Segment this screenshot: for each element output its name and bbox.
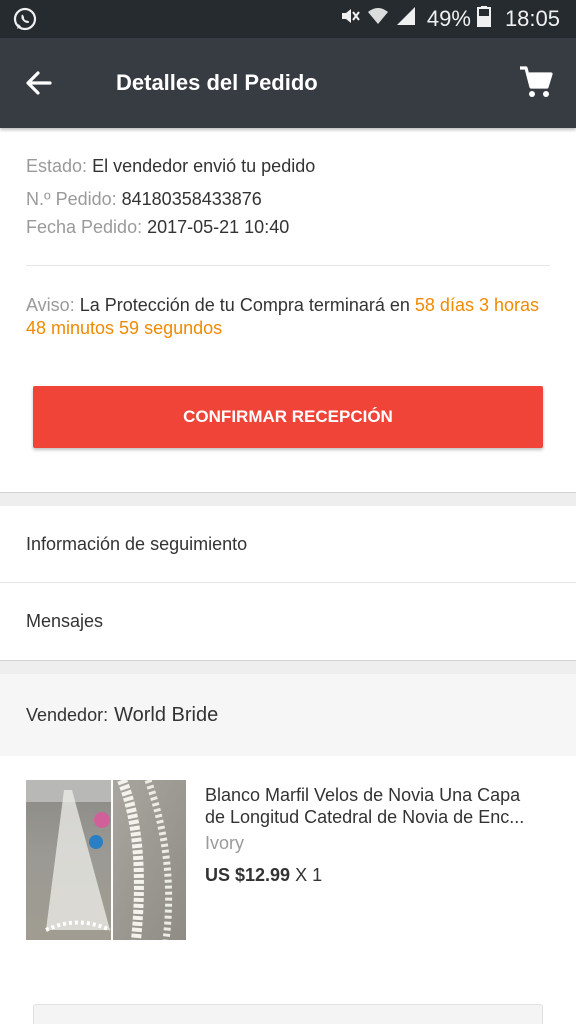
- seller-name: World Bride: [114, 703, 219, 726]
- notice-label: Aviso:: [26, 295, 75, 315]
- notice-text: La Protección de tu Compra terminará en: [79, 295, 410, 315]
- confirm-reception-button[interactable]: CONFIRMAR RECEPCIÓN: [33, 386, 543, 448]
- order-date-label: Fecha Pedido:: [26, 217, 143, 237]
- app-bar: Detalles del Pedido: [0, 38, 576, 128]
- product-price-row: US $12.99 X 1: [205, 865, 322, 886]
- page-title: Detalles del Pedido: [116, 70, 318, 95]
- messages-item[interactable]: Mensajes: [0, 583, 576, 660]
- seller-label: Vendedor:: [26, 704, 109, 725]
- section-gap: [0, 660, 576, 674]
- battery-percent: 49%: [426, 6, 471, 31]
- product-quantity: X 1: [295, 865, 323, 885]
- tracking-info-label: Información de seguimiento: [26, 534, 248, 554]
- order-number-value[interactable]: 84180358433876: [122, 189, 262, 209]
- order-status-row: Estado: El vendedor envió tu pedido: [26, 156, 315, 177]
- divider: [26, 265, 550, 266]
- battery-icon: [476, 5, 491, 33]
- signal-icon: [395, 5, 417, 33]
- product-image[interactable]: [26, 780, 186, 940]
- seller-row[interactable]: Vendedor: World Bride: [0, 674, 576, 756]
- clock: 18:05: [504, 6, 560, 31]
- order-date-value: 2017-05-21 10:40: [147, 217, 290, 237]
- order-date-row: Fecha Pedido: 2017-05-21 10:40: [26, 217, 289, 238]
- product-price: US $12.99: [205, 865, 291, 885]
- tracking-info-item[interactable]: Información de seguimiento: [0, 506, 576, 583]
- messages-label: Mensajes: [26, 611, 104, 631]
- order-number-row: N.º Pedido: 84180358433876: [26, 189, 262, 210]
- order-status-value: El vendedor envió tu pedido: [92, 156, 316, 176]
- product-title[interactable]: Blanco Marfil Velos de Novia Una Capa de…: [205, 784, 545, 828]
- back-arrow-icon[interactable]: [22, 66, 56, 100]
- status-bar: 49% 18:05: [0, 0, 576, 38]
- mute-icon: [339, 5, 361, 33]
- section-gap: [0, 492, 576, 506]
- whatsapp-icon: [12, 6, 38, 37]
- protection-notice: Aviso: La Protección de tu Compra termin…: [26, 294, 556, 340]
- bottom-card: [33, 1004, 543, 1024]
- order-number-label: N.º Pedido:: [26, 189, 117, 209]
- cart-icon[interactable]: [518, 64, 554, 100]
- order-status-label: Estado:: [26, 156, 88, 176]
- product-variant: Ivory: [205, 833, 245, 853]
- wifi-icon: [367, 5, 389, 33]
